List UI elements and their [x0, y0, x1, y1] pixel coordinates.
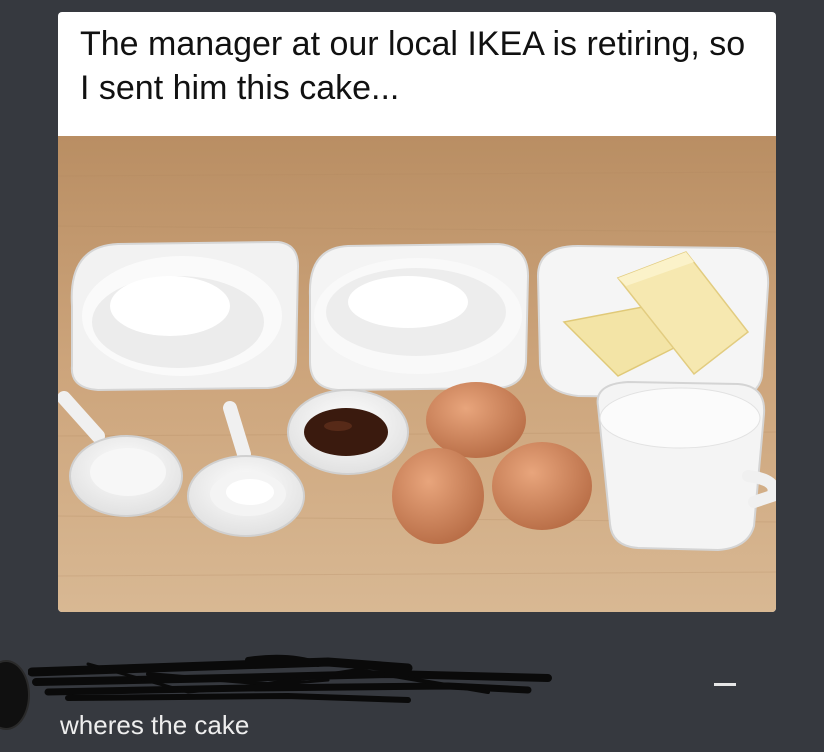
meme-image-card[interactable]: The manager at our local IKEA is retirin…	[58, 12, 776, 612]
cake-ingredients-photo	[58, 136, 776, 612]
meme-caption: The manager at our local IKEA is retirin…	[80, 25, 746, 107]
redacted-username-scribble	[28, 654, 552, 703]
sugar-dish	[70, 240, 300, 392]
butter-dish	[536, 244, 770, 400]
comment: wheres the cake	[0, 640, 824, 752]
flour-dish	[308, 242, 530, 392]
comment-text: wheres the cake	[60, 710, 250, 740]
commenter-avatar[interactable]	[0, 660, 30, 730]
separator-dash	[714, 683, 736, 686]
milk-pitcher	[596, 380, 776, 552]
vanilla-extract-bowl	[287, 389, 409, 475]
